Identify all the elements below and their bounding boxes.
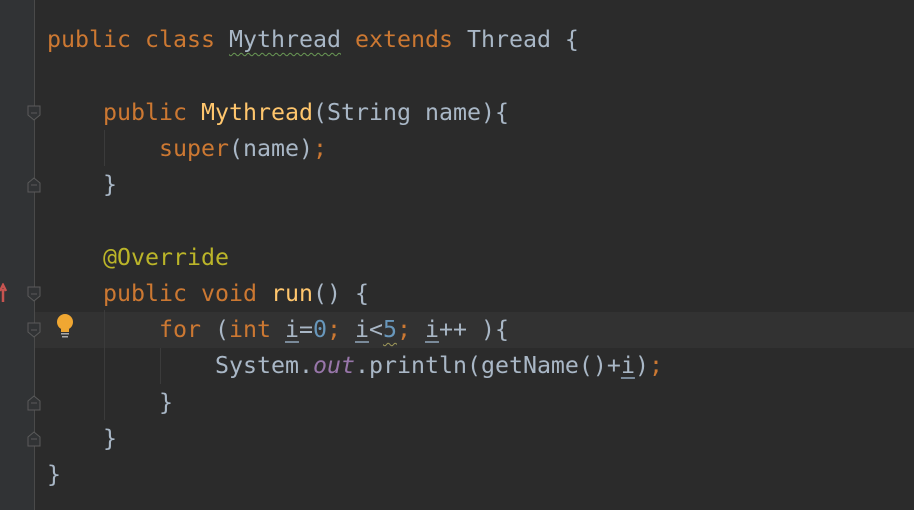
code-token: public class (47, 26, 229, 53)
code-token: extends (340, 26, 467, 53)
code-token: i (424, 316, 439, 343)
code-line[interactable]: super(name); (47, 131, 663, 167)
code-line[interactable]: public void run() { (47, 276, 663, 312)
code-token: i (284, 316, 299, 343)
code-token: ; (648, 352, 663, 380)
code-token: run (270, 279, 313, 307)
code-line[interactable] (47, 203, 663, 239)
code-line[interactable]: System.out.println(getName()+i); (47, 348, 663, 384)
override-arrow-icon[interactable] (0, 283, 10, 303)
code-line[interactable]: } (47, 421, 663, 457)
code-token: ( (214, 316, 229, 343)
code-token: ) (634, 352, 649, 380)
code-token: for (158, 316, 215, 343)
code-token: public void (103, 279, 271, 307)
code-editor[interactable]: public class Mythread extends Thread { p… (47, 22, 663, 493)
code-token: Mythread (200, 98, 313, 126)
fold-end-icon[interactable] (27, 431, 41, 447)
fold-end-icon[interactable] (27, 177, 41, 193)
fold-end-icon[interactable] (27, 394, 41, 411)
code-line[interactable]: @Override (47, 240, 663, 276)
code-token: } (47, 171, 117, 198)
code-line[interactable]: } (47, 385, 663, 421)
code-token: Thread { (466, 26, 579, 53)
code-token: } (47, 461, 61, 488)
code-line[interactable] (47, 58, 663, 94)
code-token: ++ ){ (438, 316, 509, 343)
code-token: = (298, 316, 313, 343)
code-token: () { (312, 279, 369, 307)
code-line[interactable]: } (47, 457, 663, 493)
code-token: @Override (103, 243, 229, 271)
code-token: } (47, 388, 173, 416)
code-token: public (103, 98, 201, 126)
code-token: 5 (382, 316, 397, 343)
code-token: ; (396, 316, 425, 343)
code-token: < (368, 316, 383, 343)
code-token: 0 (312, 316, 327, 343)
fold-collapse-icon[interactable] (27, 286, 41, 302)
code-token: ; (326, 316, 355, 343)
code-token: super (158, 134, 229, 162)
code-token: .println(getName()+ (354, 352, 621, 380)
code-token: (name) (228, 134, 313, 162)
code-line[interactable]: } (47, 167, 663, 203)
code-token: i (620, 352, 635, 380)
code-token: int (228, 316, 285, 343)
code-line[interactable]: for (int i=0; i<5; i++ ){ (47, 312, 663, 348)
code-token: System. (47, 352, 313, 380)
fold-collapse-icon[interactable] (27, 322, 41, 338)
code-token: out (312, 352, 355, 380)
code-token: ; (312, 134, 327, 162)
code-token: } (47, 424, 117, 452)
code-token: Mythread (228, 26, 341, 53)
code-line[interactable]: public Mythread(String name){ (47, 95, 663, 131)
fold-collapse-icon[interactable] (27, 105, 41, 121)
code-line[interactable]: public class Mythread extends Thread { (47, 22, 663, 58)
code-token: i (354, 316, 369, 343)
code-token: (String name){ (312, 98, 509, 126)
